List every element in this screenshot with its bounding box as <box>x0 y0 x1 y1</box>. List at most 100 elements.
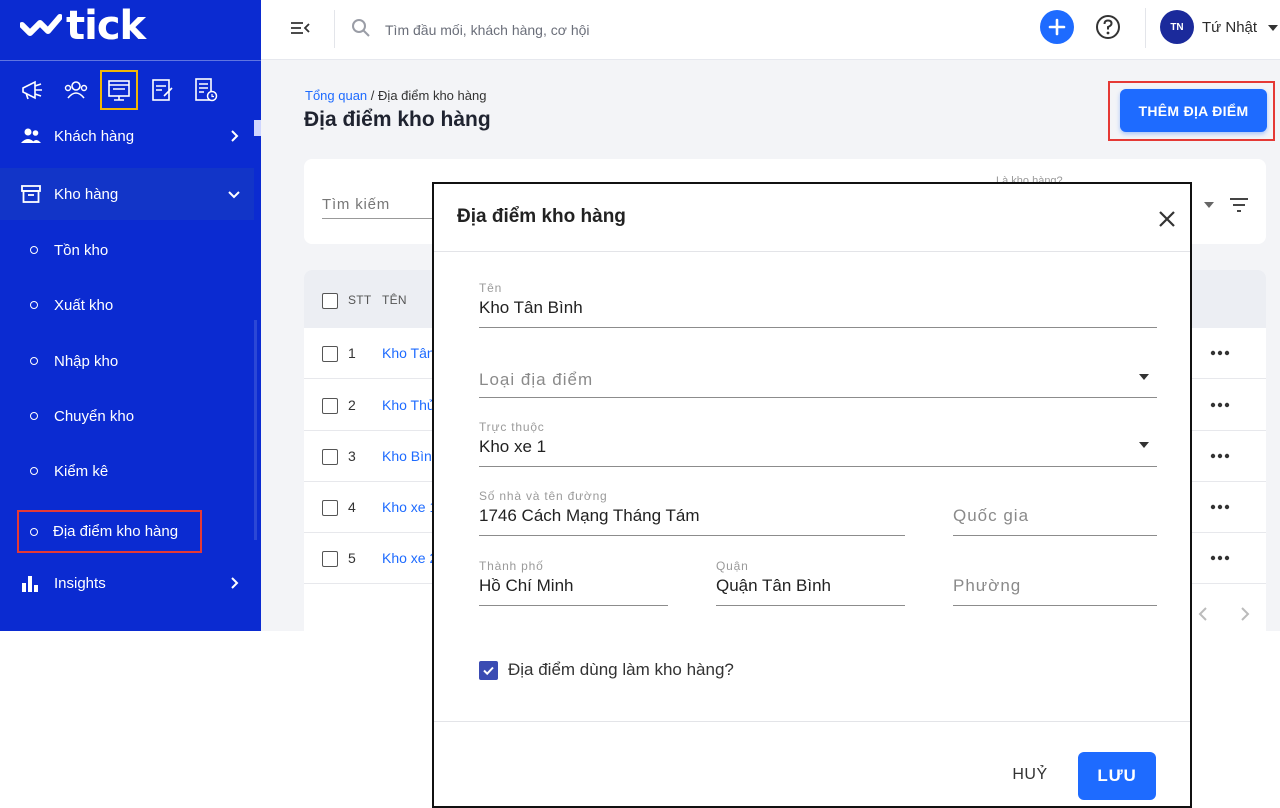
filter-icon[interactable] <box>1229 197 1249 213</box>
district-field[interactable]: Quận Quận Tân Bình <box>716 559 905 609</box>
page-title: Địa điểm kho hàng <box>304 108 491 131</box>
top-bar: TN Tứ Nhật <box>261 0 1280 60</box>
name-field[interactable]: Tên Kho Tân Bình <box>479 281 1157 331</box>
street-field[interactable]: Số nhà và tên đường 1746 Cách Mạng Tháng… <box>479 489 905 539</box>
field-underline <box>716 605 905 606</box>
divider <box>0 60 261 61</box>
is-warehouse-checkbox[interactable] <box>479 660 498 680</box>
sidebar-group-warehouse[interactable]: Kho hàng <box>0 168 254 220</box>
field-value[interactable]: Kho xe 1 <box>479 437 546 457</box>
search-icon <box>352 19 370 37</box>
save-button[interactable]: LƯU <box>1078 752 1156 800</box>
close-icon[interactable] <box>1158 210 1176 228</box>
row-name-link[interactable]: Kho xe 2 <box>382 550 437 566</box>
field-underline <box>479 466 1157 467</box>
ward-field[interactable]: Phường <box>953 559 1157 609</box>
sidebar-item-label: Tồn kho <box>54 241 109 259</box>
row-checkbox[interactable] <box>322 398 338 414</box>
sidebar-group-insights[interactable]: Insights <box>0 557 254 609</box>
cancel-button[interactable]: HUỶ <box>985 755 1075 795</box>
campaign-icon[interactable] <box>14 70 52 110</box>
more-icon[interactable] <box>1210 453 1230 459</box>
field-placeholder: Quốc gia <box>953 506 1030 525</box>
field-label: Tên <box>479 281 503 295</box>
bullet-icon <box>30 467 38 475</box>
store-monitor-icon[interactable] <box>100 70 138 110</box>
report-icon[interactable] <box>143 70 181 110</box>
field-label: Trực thuộc <box>479 420 545 434</box>
brand-logo[interactable]: tick <box>20 6 146 46</box>
breadcrumb-current: Địa điểm kho hàng <box>378 88 487 103</box>
search-filter-underline <box>322 218 434 219</box>
chevron-right-icon <box>231 577 239 589</box>
quick-add-button[interactable] <box>1040 10 1074 44</box>
chevron-left-icon[interactable] <box>1198 606 1208 622</box>
is-warehouse-option[interactable]: Địa điểm dùng làm kho hàng? <box>479 660 734 680</box>
sidebar-item-transfer[interactable]: Chuyển kho <box>0 396 254 436</box>
chevron-right-icon[interactable] <box>1240 606 1250 622</box>
caret-down-icon[interactable] <box>1139 442 1149 448</box>
sidebar-item-export[interactable]: Xuất kho <box>0 285 254 325</box>
more-icon[interactable] <box>1210 555 1230 561</box>
sidebar-group-label: Insights <box>54 574 106 592</box>
chevron-down-icon <box>228 191 240 199</box>
row-checkbox[interactable] <box>322 551 338 567</box>
sidebar-scroll-thumb[interactable] <box>254 120 261 136</box>
row-checkbox[interactable] <box>322 346 338 362</box>
row-checkbox[interactable] <box>322 500 338 516</box>
global-search-input[interactable] <box>385 18 805 42</box>
bullet-icon <box>30 357 38 365</box>
parent-select[interactable]: Trực thuộc Kho xe 1 <box>479 420 1157 470</box>
city-field[interactable]: Thành phố Hồ Chí Minh <box>479 559 668 609</box>
location-type-select[interactable]: Loại địa điểm <box>479 362 1157 402</box>
field-value[interactable]: Kho Tân Bình <box>479 298 583 318</box>
breadcrumb-home-link[interactable]: Tổng quan <box>305 88 367 103</box>
customer-group-icon[interactable] <box>57 70 95 110</box>
breadcrumb-separator: / <box>370 88 375 103</box>
bullet-icon <box>30 301 38 309</box>
field-value[interactable]: Hồ Chí Minh <box>479 576 573 596</box>
user-avatar[interactable]: TN <box>1160 10 1194 44</box>
caret-down-icon[interactable] <box>1268 25 1278 31</box>
dialog-title: Địa điểm kho hàng <box>457 206 626 227</box>
add-location-button[interactable]: THÊM ĐỊA ĐIỂM <box>1120 89 1267 132</box>
field-underline <box>479 327 1157 328</box>
field-underline <box>953 535 1157 536</box>
field-underline <box>479 605 668 606</box>
country-field[interactable]: Quốc gia <box>953 489 1157 539</box>
column-header-name[interactable]: TÊN <box>382 293 407 307</box>
field-underline <box>953 605 1157 606</box>
row-index: 3 <box>348 448 356 464</box>
field-placeholder: Loại địa điểm <box>479 370 594 389</box>
row-name-link[interactable]: Kho xe 1 <box>382 499 437 515</box>
caret-down-icon[interactable] <box>1139 374 1149 380</box>
row-checkbox[interactable] <box>322 449 338 465</box>
sidebar-item-stocktake[interactable]: Kiểm kê <box>0 451 254 491</box>
divider <box>334 10 335 48</box>
help-button[interactable] <box>1092 11 1124 43</box>
sidebar-item-label: Nhập kho <box>54 352 119 370</box>
caret-down-icon[interactable] <box>1204 202 1214 208</box>
row-index: 5 <box>348 550 356 566</box>
user-name[interactable]: Tứ Nhật <box>1202 19 1257 36</box>
field-value[interactable]: Quận Tân Bình <box>716 576 831 596</box>
sidebar-item-warehouse-locations[interactable]: Địa điểm kho hàng <box>17 510 202 553</box>
row-index: 2 <box>348 397 356 413</box>
search-filter-label[interactable]: Tìm kiếm <box>322 196 390 213</box>
collapse-menu-icon[interactable] <box>289 17 311 39</box>
sidebar-group-customers[interactable]: Khách hàng <box>0 110 254 162</box>
task-list-icon[interactable] <box>186 70 224 110</box>
sidebar-item-inventory[interactable]: Tồn kho <box>0 230 254 270</box>
location-dialog: Địa điểm kho hàng Tên Kho Tân Bình Loại … <box>432 182 1192 808</box>
select-all-checkbox[interactable] <box>322 293 338 309</box>
row-index: 4 <box>348 499 356 515</box>
module-switcher <box>14 70 224 110</box>
more-icon[interactable] <box>1210 504 1230 510</box>
more-icon[interactable] <box>1210 350 1230 356</box>
sidebar-item-import[interactable]: Nhập kho <box>0 341 254 381</box>
field-label: Quận <box>716 559 749 573</box>
plus-icon <box>1048 18 1066 36</box>
field-value[interactable]: 1746 Cách Mạng Tháng Tám <box>479 506 700 526</box>
more-icon[interactable] <box>1210 402 1230 408</box>
sidebar-item-label: Địa điểm kho hàng <box>53 523 179 540</box>
